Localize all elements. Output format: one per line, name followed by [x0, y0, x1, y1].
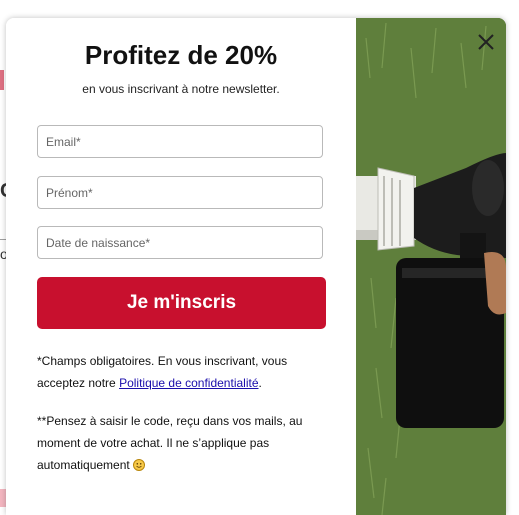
popup-subtitle: en vous inscrivant à notre newsletter.: [82, 82, 280, 96]
subscribe-button[interactable]: Je m'inscris: [37, 277, 326, 329]
close-button[interactable]: [474, 30, 498, 54]
legal-text: .: [258, 376, 262, 390]
paint-sprayer-illustration: [356, 18, 506, 515]
code-notice: **Pensez à saisir le code, reçu dans vos…: [37, 410, 322, 476]
product-image: [356, 18, 506, 515]
birthdate-field[interactable]: [37, 226, 323, 259]
background-accent: [0, 70, 4, 90]
smiley-icon: [133, 459, 146, 471]
popup-title: Profitez de 20%: [84, 40, 278, 70]
close-icon: [478, 34, 494, 50]
form-panel: Profitez de 20% en vous inscrivant à not…: [6, 18, 356, 515]
email-field[interactable]: [37, 125, 323, 158]
privacy-policy-link[interactable]: Politique de confidentialité: [119, 376, 258, 390]
firstname-field[interactable]: [37, 176, 323, 209]
legal-notice: *Champs obligatoires. En vous inscrivant…: [37, 350, 322, 394]
newsletter-modal: Profitez de 20% en vous inscrivant à not…: [6, 18, 506, 515]
code-notice-text: **Pensez à saisir le code, reçu dans vos…: [37, 414, 303, 472]
